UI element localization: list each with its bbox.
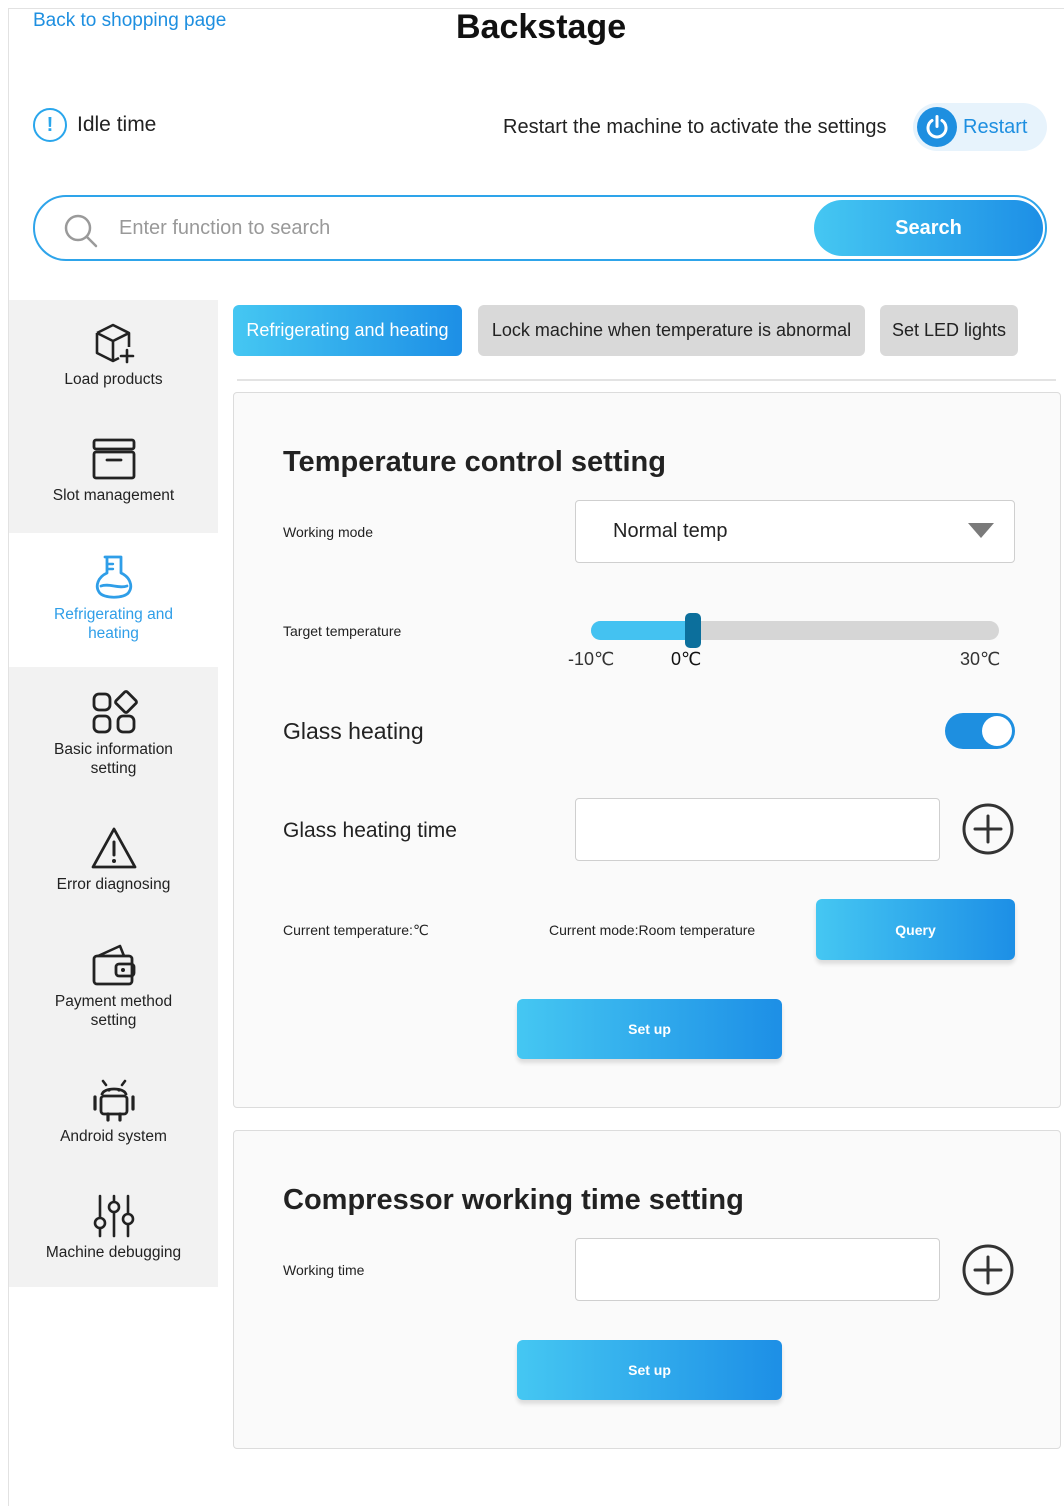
- tab-divider: [237, 379, 1056, 381]
- setup-button[interactable]: Set up: [517, 999, 782, 1059]
- target-temperature-slider[interactable]: [591, 613, 999, 648]
- current-mode-label: Current mode:Room temperature: [549, 922, 756, 938]
- tab-led-lights[interactable]: Set LED lights: [880, 305, 1018, 356]
- target-temperature-label: Target temperature: [283, 623, 402, 639]
- search-input[interactable]: [119, 197, 809, 259]
- glass-heating-time-label: Glass heating time: [283, 819, 457, 842]
- add-icon[interactable]: [961, 802, 1015, 856]
- working-time-field[interactable]: [575, 1238, 940, 1301]
- sidebar-item-slot-management[interactable]: Slot management: [9, 436, 218, 532]
- sidebar-item-load-products[interactable]: Load products: [9, 320, 218, 416]
- sidebar-item-basic-information[interactable]: Basic information setting: [9, 690, 218, 786]
- sliders-icon: [93, 1194, 134, 1238]
- working-time-label: Working time: [283, 1262, 365, 1278]
- back-to-shopping-link[interactable]: Back to shopping page: [33, 10, 226, 32]
- sidebar-item-label: Refrigerating and heating: [54, 606, 173, 642]
- slider-min-label: -10℃: [568, 649, 615, 669]
- card-title: Compressor working time setting: [283, 1184, 744, 1216]
- glass-heating-time-field[interactable]: [575, 798, 940, 861]
- slider-max-label: 30℃: [960, 649, 1001, 669]
- add-icon[interactable]: [961, 1243, 1015, 1297]
- sidebar-item-label: Error diagnosing: [56, 876, 171, 893]
- warning-icon: [91, 827, 136, 869]
- card-title: Temperature control setting: [283, 446, 666, 478]
- glass-heating-toggle[interactable]: [945, 713, 1015, 749]
- working-mode-value: Normal temp: [613, 520, 728, 542]
- flask-icon: [95, 555, 132, 599]
- chevron-down-icon: [968, 523, 994, 538]
- restart-label: Restart: [963, 115, 1028, 138]
- sidebar-item-error-diagnosing[interactable]: Error diagnosing: [9, 825, 218, 921]
- query-button[interactable]: Query: [816, 899, 1015, 960]
- android-icon: [92, 1079, 135, 1122]
- toggle-knob: [982, 716, 1012, 746]
- sidebar: Load products Slot management Refrigerat…: [9, 300, 218, 1287]
- sidebar-item-label: Payment method setting: [54, 993, 173, 1029]
- search-button[interactable]: Search: [814, 200, 1043, 256]
- tab-lock-machine[interactable]: Lock machine when temperature is abnorma…: [478, 305, 865, 356]
- sidebar-item-payment-method[interactable]: Payment method setting: [9, 942, 218, 1038]
- glass-heating-label: Glass heating: [283, 718, 424, 744]
- temperature-control-card: Temperature control setting Working mode…: [233, 392, 1061, 1108]
- tab-refrigerating-heating[interactable]: Refrigerating and heating: [233, 305, 462, 356]
- current-temperature-label: Current temperature:℃: [283, 922, 429, 938]
- sidebar-item-machine-debugging[interactable]: Machine debugging: [9, 1193, 218, 1289]
- compressor-working-time-card: Compressor working time setting Working …: [233, 1130, 1061, 1449]
- sidebar-item-label: Slot management: [52, 487, 175, 504]
- search-bar: Search: [33, 195, 1047, 261]
- info-icon: !: [33, 108, 67, 142]
- sidebar-item-label: Load products: [64, 371, 163, 388]
- sidebar-item-label: Basic information setting: [54, 741, 173, 777]
- page-title: Backstage: [456, 8, 627, 46]
- power-icon: [917, 107, 957, 147]
- idle-label: Idle time: [77, 113, 157, 136]
- restart-button[interactable]: Restart: [913, 103, 1047, 151]
- setup-button[interactable]: Set up: [517, 1340, 782, 1400]
- slider-thumb[interactable]: [685, 613, 701, 648]
- sidebar-item-label: Machine debugging: [45, 1244, 182, 1261]
- restart-hint: Restart the machine to activate the sett…: [503, 116, 887, 138]
- sidebar-item-android-system[interactable]: Android system: [9, 1077, 218, 1173]
- working-mode-label: Working mode: [283, 524, 374, 540]
- slider-current-label: 0℃: [671, 649, 702, 669]
- idle-status: ! Idle time: [33, 108, 156, 142]
- sidebar-item-label: Android system: [60, 1128, 167, 1145]
- working-mode-select[interactable]: Normal temp: [575, 500, 1015, 563]
- slider-fill: [591, 621, 693, 640]
- grid-icon: [92, 690, 138, 734]
- sidebar-item-refrigerating-heating[interactable]: Refrigerating and heating: [9, 533, 218, 667]
- wallet-icon: [92, 944, 135, 986]
- box-plus-icon: [95, 323, 134, 364]
- archive-icon: [92, 438, 135, 480]
- search-icon: [64, 214, 98, 248]
